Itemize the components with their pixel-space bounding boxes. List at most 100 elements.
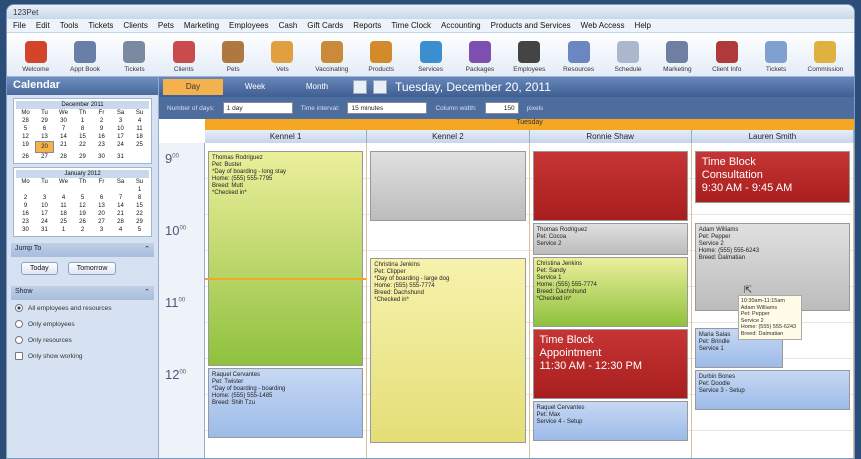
calendar-day[interactable]: 30 bbox=[92, 153, 111, 161]
appointment[interactable]: Thomas Rodriguez Pet: Buster *Day of board… bbox=[208, 151, 364, 366]
calendar-day[interactable]: 24 bbox=[111, 141, 130, 153]
toolbar-button[interactable]: Marketing bbox=[655, 41, 700, 73]
toolbar-button[interactable]: Employees bbox=[507, 41, 552, 73]
toolbar-button[interactable]: Services bbox=[408, 41, 453, 73]
calendar-day[interactable]: 28 bbox=[54, 153, 73, 161]
calendar-day[interactable]: 28 bbox=[16, 117, 35, 125]
appointment[interactable]: Raquel Cervantes Pet: Twister *Day of boar… bbox=[208, 368, 364, 438]
calendar-day[interactable]: 1 bbox=[130, 186, 149, 194]
appointment[interactable]: Christina Jenkins Pet: Sandy Service 1 Home… bbox=[532, 257, 688, 327]
calendar-day[interactable]: 25 bbox=[130, 141, 149, 153]
tab-month[interactable]: Month bbox=[287, 79, 347, 95]
calendar-day[interactable]: 30 bbox=[54, 117, 73, 125]
calendar-day[interactable]: 29 bbox=[73, 153, 92, 161]
calendar-day[interactable]: 7 bbox=[54, 125, 73, 133]
toolbar-button[interactable]: Products bbox=[359, 41, 404, 73]
toolbar-button[interactable]: Commission bbox=[803, 41, 848, 73]
calendar-day[interactable]: 2 bbox=[92, 117, 111, 125]
calendar-day[interactable] bbox=[73, 186, 92, 194]
time-block[interactable]: Time Block Consultation 9:30 AM - 9:45 AM bbox=[694, 151, 850, 203]
menu-item[interactable]: Tickets bbox=[88, 21, 113, 30]
toolbar-button[interactable]: Tickets bbox=[753, 41, 798, 73]
calendar-day[interactable]: 22 bbox=[73, 141, 92, 153]
calendar-day[interactable]: 5 bbox=[73, 194, 92, 202]
calendar-day[interactable]: 14 bbox=[54, 133, 73, 141]
calendar-day[interactable]: 19 bbox=[73, 210, 92, 218]
calendar-day[interactable]: 2 bbox=[16, 194, 35, 202]
menu-item[interactable]: Gift Cards bbox=[307, 21, 343, 30]
calendar-day[interactable] bbox=[54, 186, 73, 194]
calendar-day[interactable]: 16 bbox=[16, 210, 35, 218]
calendar-day[interactable]: 1 bbox=[73, 117, 92, 125]
menu-item[interactable]: Time Clock bbox=[391, 21, 431, 30]
calendar-day[interactable]: 29 bbox=[35, 117, 54, 125]
calendar-day[interactable]: 8 bbox=[73, 125, 92, 133]
calendar-day[interactable]: 10 bbox=[35, 202, 54, 210]
calendar-day[interactable]: 3 bbox=[35, 194, 54, 202]
calendar-day[interactable]: 23 bbox=[92, 141, 111, 153]
kennel-1-column[interactable]: Thomas Rodriguez Pet: Buster *Day of board… bbox=[205, 143, 368, 458]
radio-icon[interactable] bbox=[15, 320, 23, 328]
option-all[interactable]: All employees and resources bbox=[7, 300, 158, 316]
toolbar-button[interactable]: Appt Book bbox=[62, 41, 107, 73]
calendar-day[interactable]: 24 bbox=[35, 218, 54, 226]
calendar-day[interactable]: 10 bbox=[111, 125, 130, 133]
calendar-day[interactable]: 28 bbox=[111, 218, 130, 226]
calendar-day[interactable]: 27 bbox=[92, 218, 111, 226]
toolbar-button[interactable]: Tickets bbox=[112, 41, 157, 73]
calendar-day[interactable]: 22 bbox=[130, 210, 149, 218]
calendar-day[interactable]: 17 bbox=[35, 210, 54, 218]
menu-item[interactable]: Web Access bbox=[581, 21, 625, 30]
toolbar-button[interactable]: Schedule bbox=[605, 41, 650, 73]
calendar-day[interactable]: 8 bbox=[130, 194, 149, 202]
today-button[interactable]: Today bbox=[21, 262, 58, 275]
calendar-day[interactable]: 19 bbox=[16, 141, 35, 153]
toolbar-button[interactable]: Resources bbox=[556, 41, 601, 73]
calendar-day[interactable]: 13 bbox=[35, 133, 54, 141]
calendar-day[interactable]: 21 bbox=[54, 141, 73, 153]
calendar-day[interactable]: 9 bbox=[16, 202, 35, 210]
menu-item[interactable]: Cash bbox=[279, 21, 298, 30]
calendar-day[interactable]: 12 bbox=[73, 202, 92, 210]
calendar-day[interactable]: 2 bbox=[73, 226, 92, 234]
calendar-day[interactable]: 7 bbox=[111, 194, 130, 202]
prev-day-icon[interactable] bbox=[353, 80, 367, 94]
calendar-day[interactable]: 5 bbox=[130, 226, 149, 234]
calendar-day[interactable]: 18 bbox=[130, 133, 149, 141]
menu-item[interactable]: Reports bbox=[353, 21, 381, 30]
calendar-day[interactable]: 14 bbox=[111, 202, 130, 210]
collapse-icon[interactable]: ⌃ bbox=[144, 245, 150, 255]
toolbar-button[interactable]: Clients bbox=[161, 41, 206, 73]
appointment[interactable] bbox=[370, 151, 526, 221]
calendar-day[interactable]: 11 bbox=[54, 202, 73, 210]
lauren-smith-column[interactable]: Time Block Consultation 9:30 AM - 9:45 AM … bbox=[691, 143, 854, 458]
menu-item[interactable]: Pets bbox=[158, 21, 174, 30]
tomorrow-button[interactable]: Tomorrow bbox=[67, 262, 117, 275]
toolbar-button[interactable]: Vets bbox=[260, 41, 305, 73]
interval-select[interactable]: 15 minutes bbox=[347, 102, 428, 114]
calendar-day[interactable] bbox=[92, 186, 111, 194]
calendar-day[interactable] bbox=[130, 153, 149, 161]
appointment[interactable]: Thomas Rodriguez Pet: Cocoa Service 2 bbox=[532, 223, 688, 255]
menu-item[interactable]: File bbox=[13, 21, 26, 30]
calendar-day[interactable]: 6 bbox=[35, 125, 54, 133]
calendar-day[interactable]: 23 bbox=[16, 218, 35, 226]
menu-item[interactable]: Accounting bbox=[441, 21, 481, 30]
calendar-day[interactable]: 15 bbox=[130, 202, 149, 210]
width-input[interactable]: 150 bbox=[484, 102, 519, 114]
calendar-day[interactable]: 16 bbox=[92, 133, 111, 141]
ronnie-shaw-column[interactable]: Thomas Rodriguez Pet: Cocoa Service 2 Chri… bbox=[529, 143, 692, 458]
calendar-day[interactable]: 20 bbox=[35, 141, 54, 153]
calendar-day[interactable]: 1 bbox=[54, 226, 73, 234]
menu-item[interactable]: Tools bbox=[60, 21, 79, 30]
calendar-day[interactable]: 30 bbox=[16, 226, 35, 234]
calendar-day[interactable] bbox=[35, 186, 54, 194]
calendar-day[interactable]: 12 bbox=[16, 133, 35, 141]
menu-item[interactable]: Edit bbox=[36, 21, 50, 30]
calendar-day[interactable]: 4 bbox=[111, 226, 130, 234]
menu-item[interactable]: Clients bbox=[123, 21, 147, 30]
option-resources[interactable]: Only resources bbox=[7, 332, 158, 348]
calendar-day[interactable]: 3 bbox=[92, 226, 111, 234]
calendar-day[interactable]: 13 bbox=[92, 202, 111, 210]
calendar-day[interactable]: 4 bbox=[54, 194, 73, 202]
